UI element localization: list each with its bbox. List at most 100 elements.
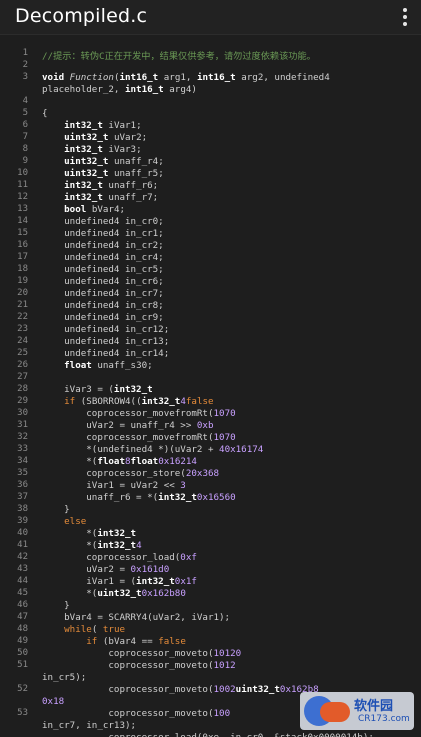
code-text: } xyxy=(42,504,70,515)
code-text: 0x18 xyxy=(42,696,64,707)
code-token: coprocessor_load(0xe, in_cr0, &stack0x00… xyxy=(42,732,374,737)
code-token: //提示：转伪C正在开发中，结果仅供参考，请勿过度依赖该功能。 xyxy=(42,51,316,62)
code-text: float unaff_s30; xyxy=(42,360,153,371)
line-number: 28 xyxy=(17,384,28,394)
line-number: 43 xyxy=(17,564,28,574)
code-token: true xyxy=(102,624,126,635)
line-number: 35 xyxy=(17,468,28,478)
code-token: void xyxy=(42,72,70,83)
code-token: 2 xyxy=(230,660,236,671)
code-token: undefined4 in_cr2; xyxy=(42,240,164,251)
code-text: *(undefined4 *)(uVar2 + 40x16174 xyxy=(42,444,263,455)
code-text: undefined4 in_cr2; xyxy=(42,240,164,251)
code-token: in_cr7, in_cr13); xyxy=(42,720,137,731)
line-number: 16 xyxy=(17,240,28,250)
code-token: bVar4; xyxy=(86,204,126,215)
code-token: iVar1 = uVar2 << xyxy=(42,480,181,491)
code-text: coprocessor_movefromRt(1070 xyxy=(42,408,235,419)
line-number: 47 xyxy=(17,612,28,622)
line-number: 39 xyxy=(17,516,28,526)
code-text: *(float8float0x16214 xyxy=(42,456,197,467)
watermark-name: 软件园 xyxy=(354,699,394,714)
more-vert-icon[interactable] xyxy=(397,6,413,28)
line-number: 19 xyxy=(17,276,28,286)
code-text: coprocessor_load(0xf xyxy=(42,552,197,563)
line-number: 33 xyxy=(17,444,28,454)
code-token: coprocessor_store( xyxy=(42,468,186,479)
line-number: 4 xyxy=(22,96,28,106)
code-token: 10 xyxy=(213,660,225,671)
line-number: 38 xyxy=(17,504,28,514)
code-token: unaff_r5; xyxy=(108,168,164,179)
line-number: 8 xyxy=(22,144,28,154)
code-token: arg1, xyxy=(158,72,197,83)
code-token: else xyxy=(64,516,87,527)
code-text: bVar4 = SCARRY4(uVar2, iVar1); xyxy=(42,612,230,623)
line-number: 53 xyxy=(17,708,28,718)
code-text: } xyxy=(42,600,70,611)
code-token: 10 xyxy=(213,708,225,719)
code-token: 4 xyxy=(136,540,142,551)
code-token: int32_t xyxy=(141,396,181,407)
code-text: undefined4 in_cr14; xyxy=(42,348,169,359)
code-text: uVar2 = unaff_r4 >> 0xb xyxy=(42,420,213,431)
code-token: uVar2; xyxy=(108,132,148,143)
watermark-logo: 软件园 CR173.com xyxy=(300,692,414,730)
code-token: 0x16174 xyxy=(224,444,264,455)
code-text: uVar2 = 0x161d0 xyxy=(42,564,169,575)
line-number: 45 xyxy=(17,588,28,598)
code-token: int32_t xyxy=(97,528,137,539)
line-number: 2 xyxy=(22,60,28,70)
code-text: *(int32_t4 xyxy=(42,540,142,551)
code-token: arg2, undefined4 xyxy=(235,72,330,83)
code-token: uVar2 = xyxy=(42,564,131,575)
code-text: in_cr5); xyxy=(42,672,86,683)
code-token: undefined4 in_cr8; xyxy=(42,300,164,311)
code-text: undefined4 in_cr5; xyxy=(42,264,164,275)
line-number: 13 xyxy=(17,204,28,214)
code-token: 0 xyxy=(224,708,231,719)
code-token: iVar1; xyxy=(102,120,142,131)
line-number: 34 xyxy=(17,456,28,466)
line-number: 52 xyxy=(17,684,28,694)
line-number: 17 xyxy=(17,252,28,262)
code-token: 0x1f xyxy=(174,576,197,587)
code-token: coprocessor_moveto( xyxy=(42,708,214,719)
code-token: *( xyxy=(42,588,98,599)
code-token: (SBORROW4(( xyxy=(75,396,142,407)
line-number: 50 xyxy=(17,648,28,658)
code-token: iVar3 = ( xyxy=(42,384,114,395)
code-token: uVar2 = unaff_r4 >> xyxy=(42,420,197,431)
code-token: undefined4 in_cr6; xyxy=(42,276,164,287)
code-text: coprocessor_store(20x368 xyxy=(42,468,219,479)
code-token: 0 xyxy=(180,588,186,599)
line-number: 10 xyxy=(17,168,28,178)
code-token: 0 xyxy=(235,648,242,659)
code-text: undefined4 in_cr8; xyxy=(42,300,164,311)
code-token: int16_t xyxy=(124,84,164,95)
code-text: coprocessor_load(0xe, in_cr0, &stack0x00… xyxy=(42,732,374,737)
code-viewer[interactable]: 1//提示：转伪C正在开发中，结果仅供参考，请勿过度依赖该功能。 2 3 void F… xyxy=(0,42,421,737)
code-token: undefined4 in_cr1; xyxy=(42,228,164,239)
code-token: uint32_t xyxy=(235,684,280,695)
code-token: 0 xyxy=(230,432,236,443)
line-number: 26 xyxy=(17,360,28,370)
code-token: Function xyxy=(69,72,114,83)
code-token: 0x368 xyxy=(191,468,220,479)
code-text: if (bVar4 == false xyxy=(42,636,186,647)
code-text: { xyxy=(42,108,48,119)
code-text: unaff_r6 = *(int32_t0x16560 xyxy=(42,492,235,503)
line-number: 18 xyxy=(17,264,28,274)
code-text: while( true xyxy=(42,624,125,635)
line-number: 12 xyxy=(17,192,28,202)
code-token: unaff_r6 = *( xyxy=(42,492,159,503)
line-number: 36 xyxy=(17,480,28,490)
code-text: else xyxy=(42,516,86,527)
